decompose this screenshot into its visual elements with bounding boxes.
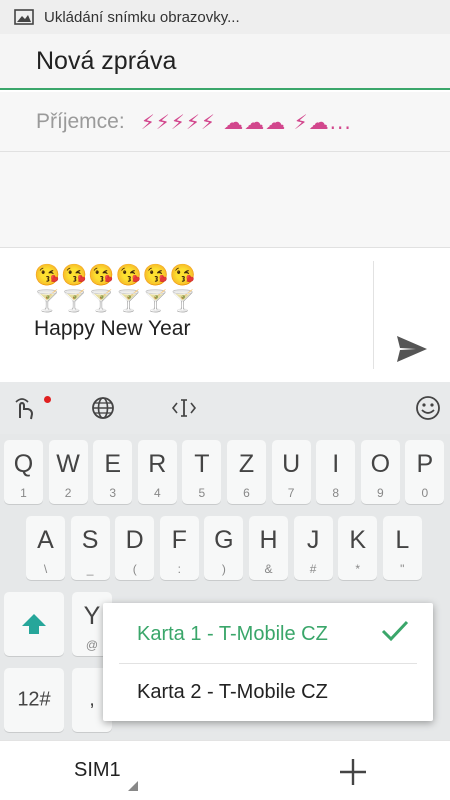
message-input[interactable]: 😘😘😘😘😘😘 🍸🍸🍸🍸🍸🍸 Happy New Year — [34, 263, 354, 341]
key-f[interactable]: F: — [159, 516, 199, 580]
shift-arrow-icon — [22, 614, 46, 634]
key-main-char: H — [259, 526, 278, 554]
key-z[interactable]: Z6 — [227, 440, 266, 504]
divider — [373, 261, 374, 369]
key-sub-char: 0 — [421, 486, 429, 500]
key-o[interactable]: O9 — [360, 440, 400, 504]
plus-icon[interactable] — [338, 757, 368, 787]
notification-dot — [44, 396, 51, 403]
key-main-char: O — [370, 450, 391, 478]
key-r[interactable]: R4 — [137, 440, 177, 504]
key-main-char: A — [37, 526, 54, 554]
key-sub-char: _ — [86, 562, 94, 576]
key-main-char: G — [214, 526, 234, 554]
sim-select-popup: Karta 1 - T-Mobile CZ Karta 2 - T-Mobile… — [103, 603, 433, 721]
key-main-char: F — [171, 526, 187, 554]
key-main-char: J — [306, 526, 320, 554]
key-l[interactable]: L " — [382, 516, 422, 580]
key-main-char: T — [194, 450, 210, 478]
key-sub-char: 1 — [20, 486, 27, 500]
key-main-char: S — [81, 526, 99, 554]
header: Nová zpráva — [0, 34, 450, 90]
message-text: Happy New Year — [34, 317, 191, 340]
key-p[interactable]: P0 — [405, 440, 445, 504]
key-main-char: E — [104, 450, 122, 478]
numbers-key[interactable]: 12# — [4, 668, 64, 732]
page-title: Nová zpráva — [36, 46, 177, 75]
key-s[interactable]: S _ — [70, 516, 110, 580]
send-icon[interactable] — [394, 331, 430, 367]
image-icon — [14, 9, 34, 25]
key-sub-char: 5 — [198, 486, 206, 500]
key-sub-char: 9 — [376, 486, 384, 500]
status-text: Ukládání snímku obrazovky... — [44, 8, 240, 26]
key-main-char: W — [56, 450, 80, 478]
status-bar: Ukládání snímku obrazovky... — [0, 0, 450, 34]
recipient-field[interactable]: Příjemce: ⚡⚡⚡⚡⚡ ☁☁☁ ⚡☁... — [0, 92, 450, 152]
key-w[interactable]: W2 — [48, 440, 88, 504]
key-sub-char: 2 — [64, 486, 72, 500]
smiley-icon[interactable] — [414, 394, 442, 422]
key-sub-char: * — [355, 562, 361, 576]
gesture-icon[interactable] — [10, 394, 38, 422]
key-main-char: K — [349, 526, 367, 554]
key-sub-char: # — [309, 562, 317, 576]
key-k[interactable]: K * — [338, 516, 378, 580]
key-d[interactable]: D( — [115, 516, 155, 580]
conversation-area — [0, 152, 450, 248]
key-a[interactable]: A \ — [26, 516, 65, 580]
key-j[interactable]: J # — [293, 516, 333, 580]
key-g[interactable]: G) — [204, 516, 244, 580]
key-sub-char: 4 — [153, 486, 161, 500]
message-emoji-row: 😘😘😘😘😘😘 — [34, 264, 197, 287]
key-q[interactable]: Q1 — [4, 440, 43, 504]
bottom-bar: SIM1 — [0, 740, 450, 800]
keyboard-toolbar — [0, 382, 450, 434]
key-u[interactable]: U7 — [271, 440, 311, 504]
key-h[interactable]: H & — [249, 516, 288, 580]
compose-area[interactable]: 😘😘😘😘😘😘 🍸🍸🍸🍸🍸🍸 Happy New Year — [0, 249, 450, 382]
check-icon — [381, 620, 409, 642]
key-main-char: P — [416, 450, 434, 478]
sim-option-2[interactable]: Karta 2 - T-Mobile CZ — [103, 663, 433, 721]
key-sub-char: 7 — [287, 486, 295, 500]
key-sub-char: 3 — [109, 486, 117, 500]
key-main-char: 12# — [17, 688, 51, 711]
message-emoji-row: 🍸🍸🍸🍸🍸🍸 — [34, 290, 197, 313]
globe-icon[interactable] — [89, 394, 117, 422]
sim-option-label: Karta 1 - T-Mobile CZ — [137, 622, 328, 645]
cursor-icon[interactable] — [170, 394, 198, 422]
key-main-char: Q — [13, 450, 34, 478]
key-sub-char: & — [264, 562, 273, 576]
key-i[interactable]: I8 — [316, 440, 356, 504]
key-sub-char: ( — [132, 562, 137, 576]
key-sub-char: : — [177, 562, 181, 576]
sim-selector[interactable]: SIM1 — [74, 759, 121, 782]
key-main-char: D — [125, 526, 144, 554]
key-t[interactable]: T5 — [182, 440, 222, 504]
key-main-char: L — [395, 526, 410, 554]
sim-option-label: Karta 2 - T-Mobile CZ — [137, 680, 328, 703]
dropdown-corner-icon — [128, 781, 138, 791]
key-sub-char: 6 — [243, 486, 250, 500]
key-sub-char: ) — [221, 562, 226, 576]
key-sub-char: 8 — [332, 486, 340, 500]
key-e[interactable]: E3 — [93, 440, 133, 504]
key-main-char: Z — [238, 450, 255, 478]
key-main-char: R — [148, 450, 167, 478]
key-main-char: U — [282, 450, 301, 478]
shift-key[interactable] — [4, 592, 64, 656]
recipient-value[interactable]: ⚡⚡⚡⚡⚡ ☁☁☁ ⚡☁... — [141, 110, 352, 134]
key-sub-char: " — [400, 562, 405, 576]
key-main-char: I — [332, 450, 340, 478]
recipient-label: Příjemce: — [36, 109, 125, 133]
key-sub-char: \ — [43, 562, 48, 576]
